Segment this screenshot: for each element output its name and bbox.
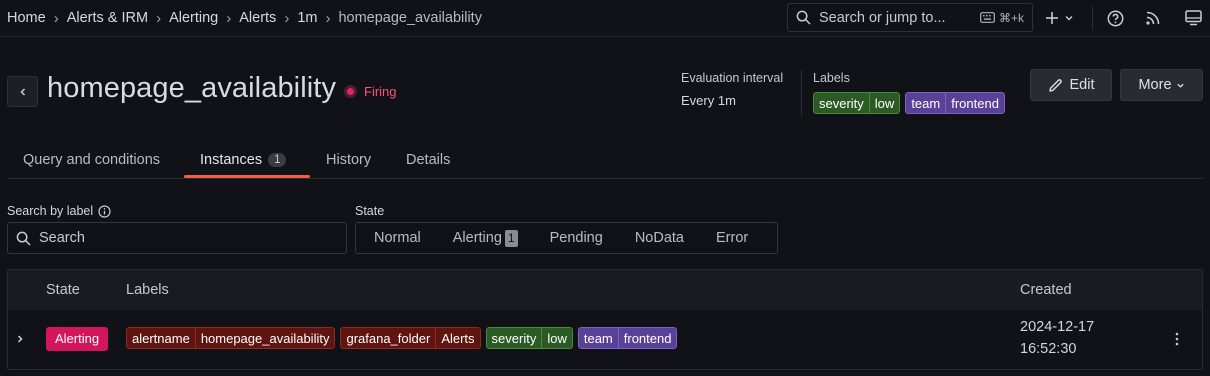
more-button-label: More xyxy=(1138,77,1172,93)
row-actions-button[interactable] xyxy=(1172,331,1182,350)
label-pill-team: team frontend xyxy=(905,92,1005,114)
rss-icon xyxy=(1146,11,1160,25)
column-state: State xyxy=(46,282,80,298)
search-by-label-title: Search by label xyxy=(7,204,111,218)
help-icon xyxy=(1107,10,1124,26)
firing-dot-icon xyxy=(344,85,357,98)
breadcrumb-alerts-irm[interactable]: Alerts & IRM xyxy=(67,10,148,26)
column-labels: Labels xyxy=(126,282,169,298)
news-button[interactable] xyxy=(1145,6,1161,30)
instance-labels: alertname homepage_availability grafana_f… xyxy=(126,327,678,349)
state-option-alerting-count: 1 xyxy=(504,229,518,247)
breadcrumb-separator-icon: › xyxy=(156,9,162,27)
info-icon[interactable] xyxy=(98,204,111,218)
breadcrumb: Home › Alerts & IRM › Alerting › Alerts … xyxy=(7,0,482,36)
state-option-nodata[interactable]: NoData xyxy=(635,230,684,246)
state-filter-title: State xyxy=(355,204,385,218)
chevron-left-icon xyxy=(19,87,25,96)
label-pill-grafana-folder: grafana_folder Alerts xyxy=(340,327,481,349)
top-bar: Home › Alerts & IRM › Alerting › Alerts … xyxy=(0,0,1210,37)
created-timestamp: 2024-12-17 16:52:30 xyxy=(1020,316,1094,360)
shortcut-text: ⌘+k xyxy=(998,10,1024,25)
breadcrumb-alerting[interactable]: Alerting xyxy=(169,10,218,26)
breadcrumb-current: homepage_availability xyxy=(338,10,482,26)
label-search-placeholder: Search xyxy=(39,230,85,246)
rule-labels: severity low team frontend xyxy=(813,92,1005,114)
label-key: severity xyxy=(813,92,869,114)
status-badge: Firing xyxy=(344,84,397,99)
label-pill-alertname: alertname homepage_availability xyxy=(126,327,336,349)
label-value: homepage_availability xyxy=(194,327,336,349)
global-search-placeholder: Search or jump to... xyxy=(819,9,946,26)
toolbar-divider xyxy=(1092,6,1093,30)
column-created: Created xyxy=(1020,282,1072,298)
search-icon xyxy=(796,10,811,25)
meta-divider xyxy=(801,70,802,116)
help-button[interactable] xyxy=(1107,6,1124,30)
label-pill-severity: severity low xyxy=(813,92,901,114)
state-option-pending[interactable]: Pending xyxy=(550,230,603,246)
keyboard-icon xyxy=(980,12,995,23)
label-value: low xyxy=(541,327,573,349)
plus-icon xyxy=(1046,12,1058,24)
state-option-alerting[interactable]: Alerting 1 xyxy=(452,229,518,247)
state-filter: Normal Alerting 1 Pending NoData Error xyxy=(355,222,778,254)
shortcut-hint: ⌘+k xyxy=(980,11,1024,25)
search-by-label-text: Search by label xyxy=(7,204,94,218)
kiosk-button[interactable] xyxy=(1185,6,1202,30)
kiosk-icon xyxy=(1185,10,1202,26)
status-text: Firing xyxy=(364,84,397,99)
breadcrumb-separator-icon: › xyxy=(226,9,232,27)
label-value: frontend xyxy=(945,92,1005,114)
state-option-alerting-label: Alerting xyxy=(452,230,502,246)
label-key: severity xyxy=(485,327,542,349)
label-pill-severity: severity low xyxy=(485,327,573,349)
created-date: 2024-12-17 xyxy=(1020,319,1095,335)
state-option-error[interactable]: Error xyxy=(716,230,748,246)
tab-history[interactable]: History xyxy=(326,152,371,168)
evaluation-interval-value: Every 1m xyxy=(681,93,736,108)
edit-button-label: Edit xyxy=(1069,77,1095,93)
edit-button[interactable]: Edit xyxy=(1030,69,1112,101)
chevron-down-icon xyxy=(1176,83,1184,88)
breadcrumb-separator-icon: › xyxy=(284,9,290,27)
more-button[interactable]: More xyxy=(1120,69,1203,101)
pen-icon xyxy=(1048,78,1062,92)
label-key: alertname xyxy=(126,327,195,349)
breadcrumb-group[interactable]: 1m xyxy=(297,10,317,26)
tab-instances-count: 1 xyxy=(268,153,287,167)
tab-details[interactable]: Details xyxy=(406,152,450,168)
search-icon xyxy=(16,231,31,245)
label-value: low xyxy=(868,92,901,114)
label-key: grafana_folder xyxy=(340,327,436,349)
labels-title: Labels xyxy=(813,71,850,85)
chevron-right-icon xyxy=(17,335,23,343)
tab-instances-label: Instances xyxy=(200,152,263,168)
back-button[interactable] xyxy=(7,76,38,107)
label-key: team xyxy=(905,92,946,114)
chevron-down-icon xyxy=(1065,16,1073,21)
evaluation-interval-label: Evaluation interval xyxy=(681,71,784,85)
created-time: 16:52:30 xyxy=(1020,341,1077,357)
tab-instances[interactable]: Instances 1 xyxy=(200,152,287,168)
breadcrumb-separator-icon: › xyxy=(53,9,59,27)
state-option-normal[interactable]: Normal xyxy=(374,230,421,246)
page-title: homepage_availability xyxy=(47,72,337,104)
active-tab-indicator xyxy=(184,175,310,178)
kebab-icon xyxy=(1175,332,1179,346)
breadcrumb-separator-icon: › xyxy=(325,9,331,27)
label-value: Alerts xyxy=(435,327,481,349)
new-menu-button[interactable] xyxy=(1045,6,1074,30)
breadcrumb-home[interactable]: Home xyxy=(7,10,46,26)
table-header: State Labels Created xyxy=(8,270,1202,310)
breadcrumb-alerts[interactable]: Alerts xyxy=(239,10,276,26)
alerting-state-badge: Alerting xyxy=(46,327,109,351)
global-search-input[interactable]: Search or jump to... ⌘+k xyxy=(787,3,1033,32)
label-search-input[interactable]: Search xyxy=(7,222,347,254)
tab-query-and-conditions[interactable]: Query and conditions xyxy=(23,152,160,168)
label-pill-team: team frontend xyxy=(577,327,678,349)
expand-row-button[interactable] xyxy=(15,331,25,347)
label-key: team xyxy=(577,327,618,349)
label-value: frontend xyxy=(617,327,678,349)
